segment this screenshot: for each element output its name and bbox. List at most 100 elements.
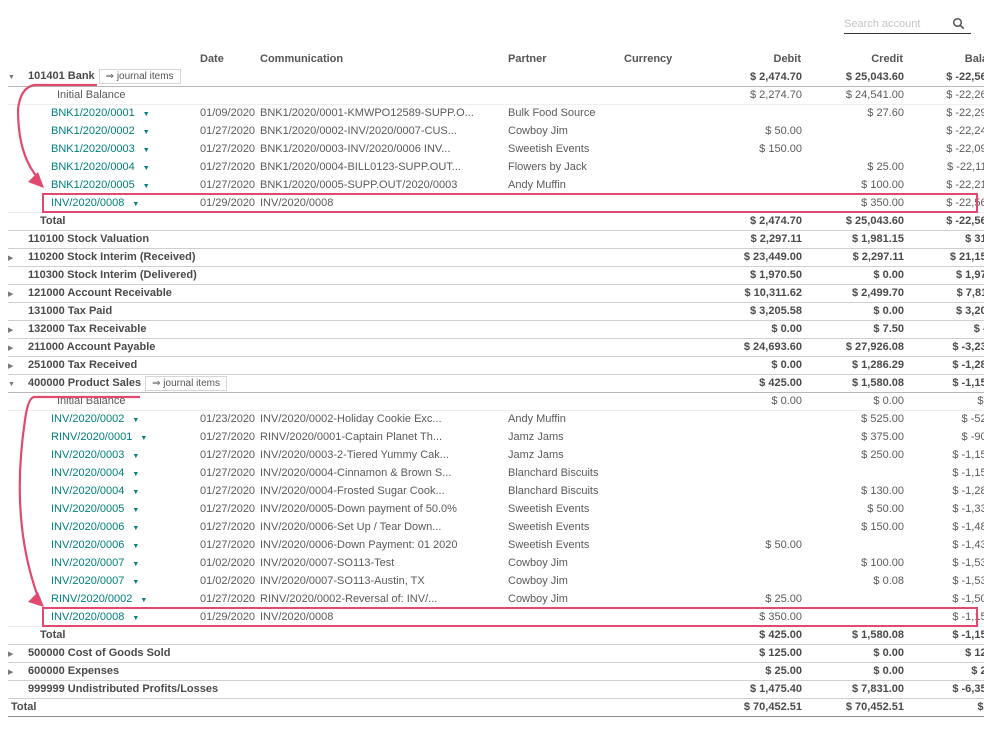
debit-cell: $ 3,205.58 (712, 301, 802, 320)
account-name[interactable]: 121000 Account Receivable (28, 287, 172, 299)
move-dropdown-caret-icon[interactable]: ▼ (132, 561, 139, 568)
account-row[interactable]: ▶ 110200 Stock Interim (Received) $ 23,449… (8, 247, 984, 266)
debit-cell: $ 125.00 (712, 643, 802, 662)
currency-cell (624, 104, 712, 122)
account-row[interactable]: ▼ 400000 Product Sales ⇒ journal items $ 42… (8, 373, 984, 393)
move-link[interactable]: RINV/2020/0001 (8, 431, 132, 443)
account-row[interactable]: 131000 Tax Paid $ 3,205.58$ 0.00$ 3,205.5… (8, 301, 984, 320)
caret-right-icon[interactable]: ▶ (8, 650, 24, 658)
move-link[interactable]: BNK1/2020/0005 (8, 179, 135, 191)
journal-items-button[interactable]: ⇒ journal items (145, 375, 227, 391)
move-dropdown-caret-icon[interactable]: ▼ (132, 615, 139, 622)
move-dropdown-caret-icon[interactable]: ▼ (143, 129, 150, 136)
initial-balance-label: Initial Balance (8, 392, 712, 411)
move-dropdown-caret-icon[interactable]: ▼ (143, 147, 150, 154)
credit-cell: $ 27.60 (867, 107, 904, 120)
account-name[interactable]: 999999 Undistributed Profits/Losses (28, 683, 218, 695)
caret-right-icon[interactable]: ▶ (8, 290, 24, 298)
move-dropdown-caret-icon[interactable]: ▼ (140, 597, 147, 604)
search-account-input[interactable] (844, 18, 949, 30)
account-row[interactable]: ▶ 132000 Tax Receivable $ 0.00$ 7.50$ -7.5… (8, 319, 984, 338)
caret-right-icon[interactable]: ▶ (8, 362, 24, 370)
credit-cell: $ 7.50 (802, 319, 904, 338)
credit-cell: $ 2,297.11 (802, 247, 904, 266)
move-cell: INV/2020/0007 ▼ (8, 572, 176, 590)
caret-down-icon[interactable]: ▼ (8, 381, 24, 388)
balance-cell: $ -525.00 (961, 413, 984, 426)
account-name[interactable]: 211000 Account Payable (28, 341, 155, 353)
search-icon[interactable] (952, 17, 965, 30)
move-link[interactable]: BNK1/2020/0002 (8, 125, 135, 137)
account-name[interactable]: 400000 Product Sales (28, 377, 141, 389)
account-name[interactable]: 110300 Stock Interim (Delivered) (28, 269, 197, 281)
account-row[interactable]: ▼ 101401 Bank ⇒ journal items $ 2,474.70 $ 2… (8, 68, 984, 87)
search-account-box[interactable] (844, 15, 971, 34)
partner-cell: Sweetish Events (508, 143, 590, 155)
move-link[interactable]: INV/2020/0008 (8, 197, 124, 209)
move-link[interactable]: INV/2020/0006 (8, 521, 124, 533)
move-link[interactable]: RINV/2020/0002 (8, 593, 132, 605)
move-dropdown-caret-icon[interactable]: ▼ (143, 111, 150, 118)
move-link[interactable]: INV/2020/0004 (8, 467, 124, 479)
balance-cell: $ -1,530.08 (952, 575, 984, 587)
move-dropdown-caret-icon[interactable]: ▼ (132, 201, 139, 208)
move-dropdown-caret-icon[interactable]: ▼ (132, 417, 139, 424)
move-link[interactable]: INV/2020/0005 (8, 503, 124, 515)
account-row[interactable]: 999999 Undistributed Profits/Losses $ 1,4… (8, 679, 984, 698)
move-link[interactable]: INV/2020/0002 (8, 413, 124, 425)
balance-cell: $ 1,970.50 (904, 265, 984, 284)
partner-cell: Andy Muffin (508, 413, 566, 426)
move-link[interactable]: INV/2020/0007 (8, 575, 124, 587)
move-dropdown-caret-icon[interactable]: ▼ (140, 435, 147, 442)
move-dropdown-caret-icon[interactable]: ▼ (132, 489, 139, 496)
account-name[interactable]: 110100 Stock Valuation (28, 233, 149, 245)
caret-right-icon[interactable]: ▶ (8, 326, 24, 334)
account-name[interactable]: 500000 Cost of Goods Sold (28, 647, 170, 659)
caret-down-icon[interactable]: ▼ (8, 74, 24, 81)
account-row[interactable]: ▶ 211000 Account Payable $ 24,693.60 $ 27,9… (8, 337, 984, 356)
move-dropdown-caret-icon[interactable]: ▼ (132, 579, 139, 586)
account-row[interactable]: ▶ 251000 Tax Received $ 0.00 $ 1,286.29 $ -1… (8, 355, 984, 374)
initial-balance-row: Initial Balance$ 0.00$ 0.00$ 0.00 (8, 392, 984, 411)
move-dropdown-caret-icon[interactable]: ▼ (132, 507, 139, 514)
account-row[interactable]: 110300 Stock Interim (Delivered) $ 1,970.… (8, 265, 984, 284)
partner-cell: Jamz Jams (508, 449, 564, 461)
caret-right-icon[interactable]: ▶ (8, 344, 24, 352)
move-link[interactable]: BNK1/2020/0004 (8, 161, 135, 173)
caret-right-icon[interactable]: ▶ (8, 254, 24, 262)
move-dropdown-caret-icon[interactable]: ▼ (132, 453, 139, 460)
debit-cell (712, 446, 802, 464)
currency-cell (624, 176, 712, 194)
account-name[interactable]: 131000 Tax Paid (28, 305, 112, 317)
move-link[interactable]: BNK1/2020/0001 (8, 107, 135, 119)
account-name[interactable]: 132000 Tax Receivable (28, 323, 146, 335)
credit-cell: $ 2,499.70 (802, 283, 904, 302)
move-link[interactable]: INV/2020/0004 (8, 485, 124, 497)
account-name[interactable]: 251000 Tax Received (28, 359, 137, 371)
move-link[interactable]: INV/2020/0007 (8, 557, 124, 569)
caret-right-icon[interactable]: ▶ (8, 668, 24, 676)
move-dropdown-caret-icon[interactable]: ▼ (143, 183, 150, 190)
account-name[interactable]: 600000 Expenses (28, 665, 119, 677)
account-row[interactable]: 110100 Stock Valuation $ 2,297.11 $ 1,981.… (8, 229, 984, 248)
move-link[interactable]: INV/2020/0006 (8, 539, 124, 551)
move-dropdown-caret-icon[interactable]: ▼ (132, 471, 139, 478)
partner-cell (508, 608, 624, 626)
account-row[interactable]: ▶ 121000 Account Receivable $ 10,311.62 $ 2… (8, 283, 984, 302)
debit-cell: $ 350.00 (759, 610, 802, 623)
date-cell: 01/27/2020 (200, 179, 256, 191)
move-dropdown-caret-icon[interactable]: ▼ (132, 543, 139, 550)
account-row[interactable]: ▶ 600000 Expenses $ 25.00$ 0.00$ 25.00 (8, 661, 984, 680)
account-name[interactable]: 110200 Stock Interim (Received) (28, 251, 196, 263)
move-cell: BNK1/2020/0005 ▼ (8, 176, 176, 194)
move-link[interactable]: INV/2020/0008 (8, 611, 124, 623)
currency-cell (624, 608, 712, 626)
journal-items-button[interactable]: ⇒ journal items (98, 69, 181, 85)
account-row[interactable]: ▶ 500000 Cost of Goods Sold $ 125.00 $ 0.00… (8, 643, 984, 662)
move-dropdown-caret-icon[interactable]: ▼ (132, 525, 139, 532)
move-link[interactable]: INV/2020/0003 (8, 449, 124, 461)
move-link[interactable]: BNK1/2020/0003 (8, 143, 135, 155)
account-name[interactable]: 101401 Bank (28, 70, 95, 82)
balance-cell: $ -3,232.48 (904, 337, 984, 356)
move-dropdown-caret-icon[interactable]: ▼ (143, 165, 150, 172)
